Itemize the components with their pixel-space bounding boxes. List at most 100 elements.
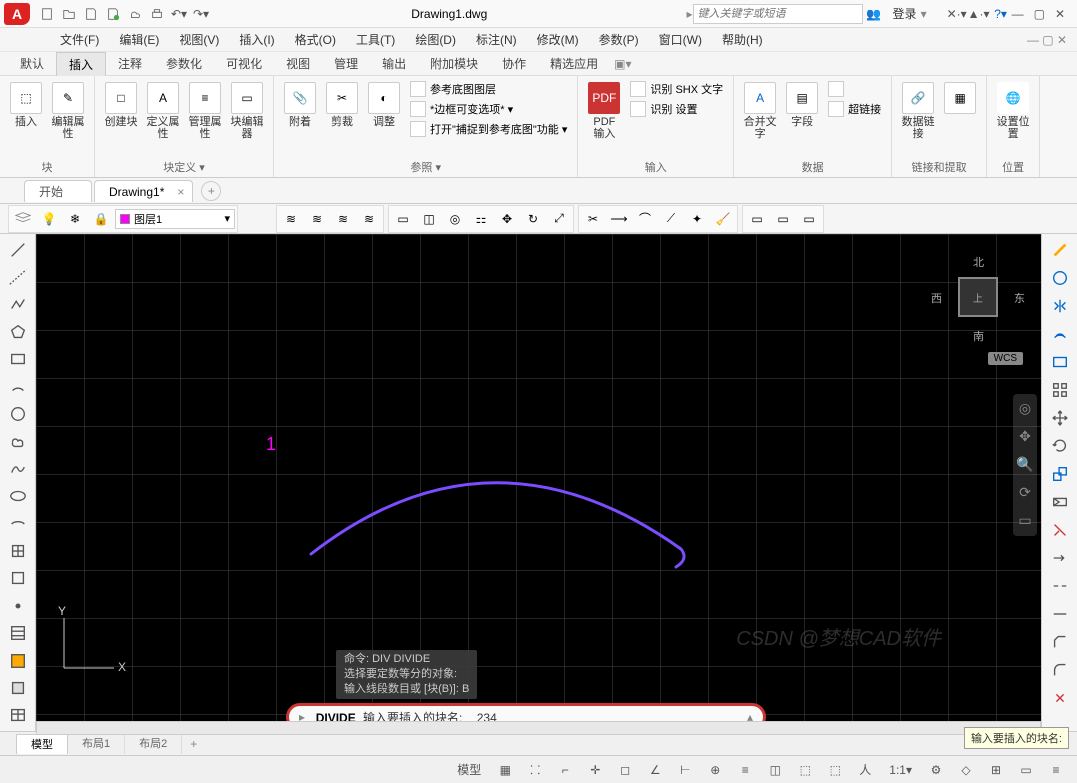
tb-misc1[interactable]: ▭ [745,208,769,230]
ltab-add[interactable]: + [182,737,205,751]
rtool-explode[interactable] [1046,686,1074,710]
tool-ellipse[interactable] [4,485,32,508]
status-model[interactable]: 模型 [450,759,488,781]
tb-layeriso[interactable]: ≋ [331,208,355,230]
menu-dim[interactable]: 标注(N) [466,31,527,48]
ribbon-expand[interactable]: ▣▾ [614,57,631,71]
rtool-chamfer[interactable] [1046,630,1074,654]
tool-line[interactable] [4,238,32,261]
layer-dropdown[interactable]: 图层1▾ [115,209,235,229]
help-icon[interactable]: ?▾ [991,4,1011,24]
tb-layerfreeze[interactable]: ❄ [63,208,87,230]
viewcube[interactable]: 北 南 东 西 上 [935,254,1021,340]
rtool-rect[interactable] [1046,350,1074,374]
status-osnap[interactable]: ◻ [612,759,638,781]
tb-chamfer[interactable]: ⟋ [659,208,683,230]
menu-collapse[interactable]: — ▢ ✕ [1027,33,1077,47]
rtool-array[interactable] [1046,378,1074,402]
scrollbar-h[interactable] [36,721,1041,735]
tool-polygon[interactable] [4,320,32,343]
status-lwt[interactable]: ≡ [732,759,758,781]
btn-insert[interactable]: ⬚插入 [6,80,46,130]
ltab-model[interactable]: 模型 [16,734,68,754]
link-recogset[interactable]: 识别 设置 [626,100,727,118]
menu-param[interactable]: 参数(P) [589,31,649,48]
status-gear[interactable]: ⚙ [923,759,949,781]
search-input[interactable] [693,4,863,24]
rtool-break[interactable] [1046,574,1074,598]
tb-misc3[interactable]: ▭ [797,208,821,230]
menu-window[interactable]: 窗口(W) [649,31,712,48]
tb-scale[interactable]: ⤢ [547,208,571,230]
qat-cloud[interactable] [125,4,145,24]
rtab-default[interactable]: 默认 [8,52,56,76]
menu-edit[interactable]: 编辑(E) [109,31,169,48]
tb-array[interactable]: ⚏ [469,208,493,230]
rtool-rotate[interactable] [1046,434,1074,458]
tb-erase[interactable]: 🧹 [711,208,735,230]
tb-layermatch[interactable]: ≋ [279,208,303,230]
tb-copy[interactable]: ▭ [391,208,415,230]
btn-mergetext[interactable]: A合并文字 [740,80,780,142]
status-qprop[interactable]: ⬚ [792,759,818,781]
btn-adjust[interactable]: ◐调整 [364,80,404,130]
link-shxtext[interactable]: 识别 SHX 文字 [626,80,727,98]
tb-mirror[interactable]: ◫ [417,208,441,230]
rtool-fillet[interactable] [1046,658,1074,682]
btn-datalink[interactable]: 🔗数据链接 [898,80,938,142]
ltab-layout1[interactable]: 布局1 [68,734,125,754]
tb-trim[interactable]: ✂ [581,208,605,230]
status-selcycle[interactable]: ⬚ [822,759,848,781]
btn-defattr[interactable]: A定义属性 [143,80,183,142]
menu-help[interactable]: 帮助(H) [712,31,773,48]
btn-mgrattr[interactable]: ≡管理属性 [185,80,225,142]
tb-layerlock[interactable]: 🔒 [89,208,113,230]
menu-modify[interactable]: 修改(M) [527,31,589,48]
rtab-view[interactable]: 视图 [274,52,322,76]
menu-view[interactable]: 视图(V) [169,31,229,48]
tb-fillet[interactable]: ⌒ [633,208,657,230]
qat-open[interactable] [59,4,79,24]
tool-block[interactable] [4,567,32,590]
btn-setlocation[interactable]: 🌐设置位置 [993,80,1033,142]
tool-point[interactable] [4,594,32,617]
doc-tab-start[interactable]: 开始 [24,180,92,202]
ltab-layout2[interactable]: 布局2 [125,734,182,754]
tool-table[interactable] [4,704,32,727]
tool-arc[interactable] [4,375,32,398]
tb-layeruniso[interactable]: ≋ [357,208,381,230]
qat-saveas[interactable] [103,4,123,24]
rtool-circle[interactable] [1046,266,1074,290]
tool-region[interactable] [4,676,32,699]
menu-draw[interactable]: 绘图(D) [405,31,466,48]
close-button[interactable]: ✕ [1055,7,1065,21]
status-3dosnap[interactable]: ∠ [642,759,668,781]
exchange-icon[interactable]: ✕·▾ [947,4,967,24]
btn-attach[interactable]: 📎附着 [280,80,320,130]
tool-hatch[interactable] [4,621,32,644]
menu-tools[interactable]: 工具(T) [346,31,405,48]
tool-insert[interactable] [4,539,32,562]
tb-layerprops[interactable] [11,208,35,230]
rtab-output[interactable]: 输出 [370,52,418,76]
qat-redo[interactable]: ↷▾ [191,4,211,24]
status-snap[interactable]: ⸬ [522,759,548,781]
rtab-parametric[interactable]: 参数化 [154,52,214,76]
rtool-mirror[interactable] [1046,294,1074,318]
rtool-stretch[interactable] [1046,490,1074,514]
rtab-annotate[interactable]: 注释 [106,52,154,76]
wcs-badge[interactable]: WCS [988,352,1023,365]
doc-tab-add[interactable]: + [201,181,221,201]
close-icon[interactable]: × [177,181,184,203]
rtab-manage[interactable]: 管理 [322,52,370,76]
rtool-join[interactable] [1046,602,1074,626]
maximize-button[interactable]: ▢ [1034,7,1045,21]
tb-layeron[interactable]: 💡 [37,208,61,230]
link-frameopt[interactable]: *边框可变选项* ▾ [406,100,571,118]
btn-field[interactable]: ▤字段 [782,80,822,130]
qat-new[interactable] [37,4,57,24]
status-otrack[interactable]: ⊢ [672,759,698,781]
status-iso[interactable]: ◇ [953,759,979,781]
signin-icon[interactable]: 👥 [864,4,884,24]
status-hw[interactable]: ⊞ [983,759,1009,781]
